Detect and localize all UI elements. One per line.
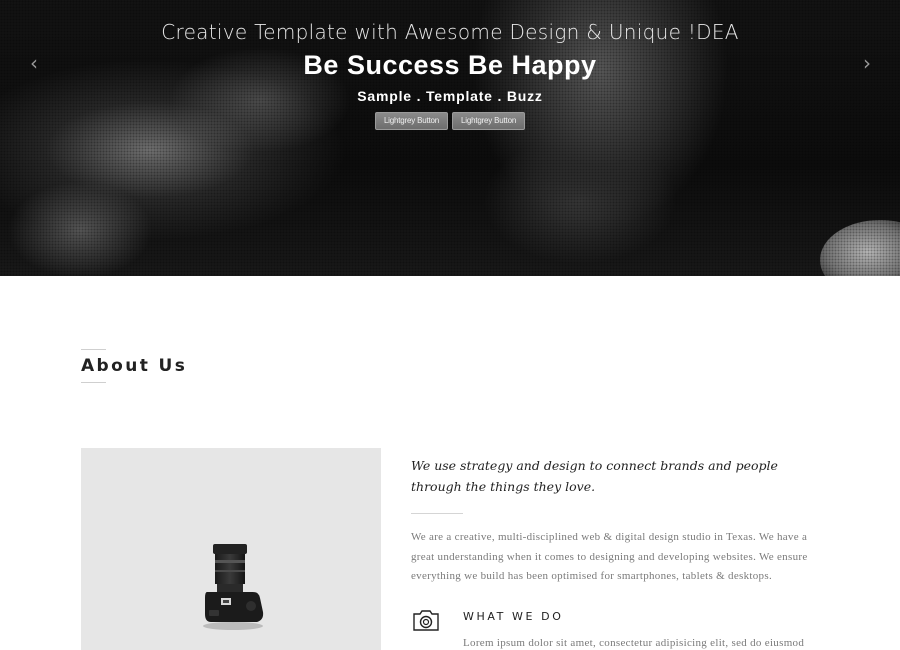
what-we-do-title: WHAT WE DO [463,610,564,623]
divider [81,349,106,350]
about-lead-text: We use strategy and design to connect br… [411,458,778,494]
camera-photo [203,544,264,630]
about-image [81,448,381,650]
what-we-do-text: Lorem ipsum dolor sit amet, consectetur … [463,637,805,649]
hero-title: Be Success Be Happy [303,50,597,80]
hero-subtitle: Sample . Template . Buzz [357,88,543,104]
about-heading: About Us [81,356,188,376]
hero-tagline: Creative Template with Awesome Design & … [161,20,739,44]
about-body-text: We are a creative, multi-disciplined web… [411,531,808,582]
divider [411,513,463,514]
lightgrey-button-1[interactable]: Lightgrey Button [374,112,448,130]
lightgrey-button-2[interactable]: Lightgrey Button [452,112,526,130]
divider [81,382,106,383]
hero-slider: ‹ › Creative Template with Awesome Desig… [0,0,900,276]
hero-button-group: Lightgrey Button Lightgrey Button [0,112,900,130]
about-heading-block: About Us [81,349,187,383]
camera-icon [413,610,439,631]
